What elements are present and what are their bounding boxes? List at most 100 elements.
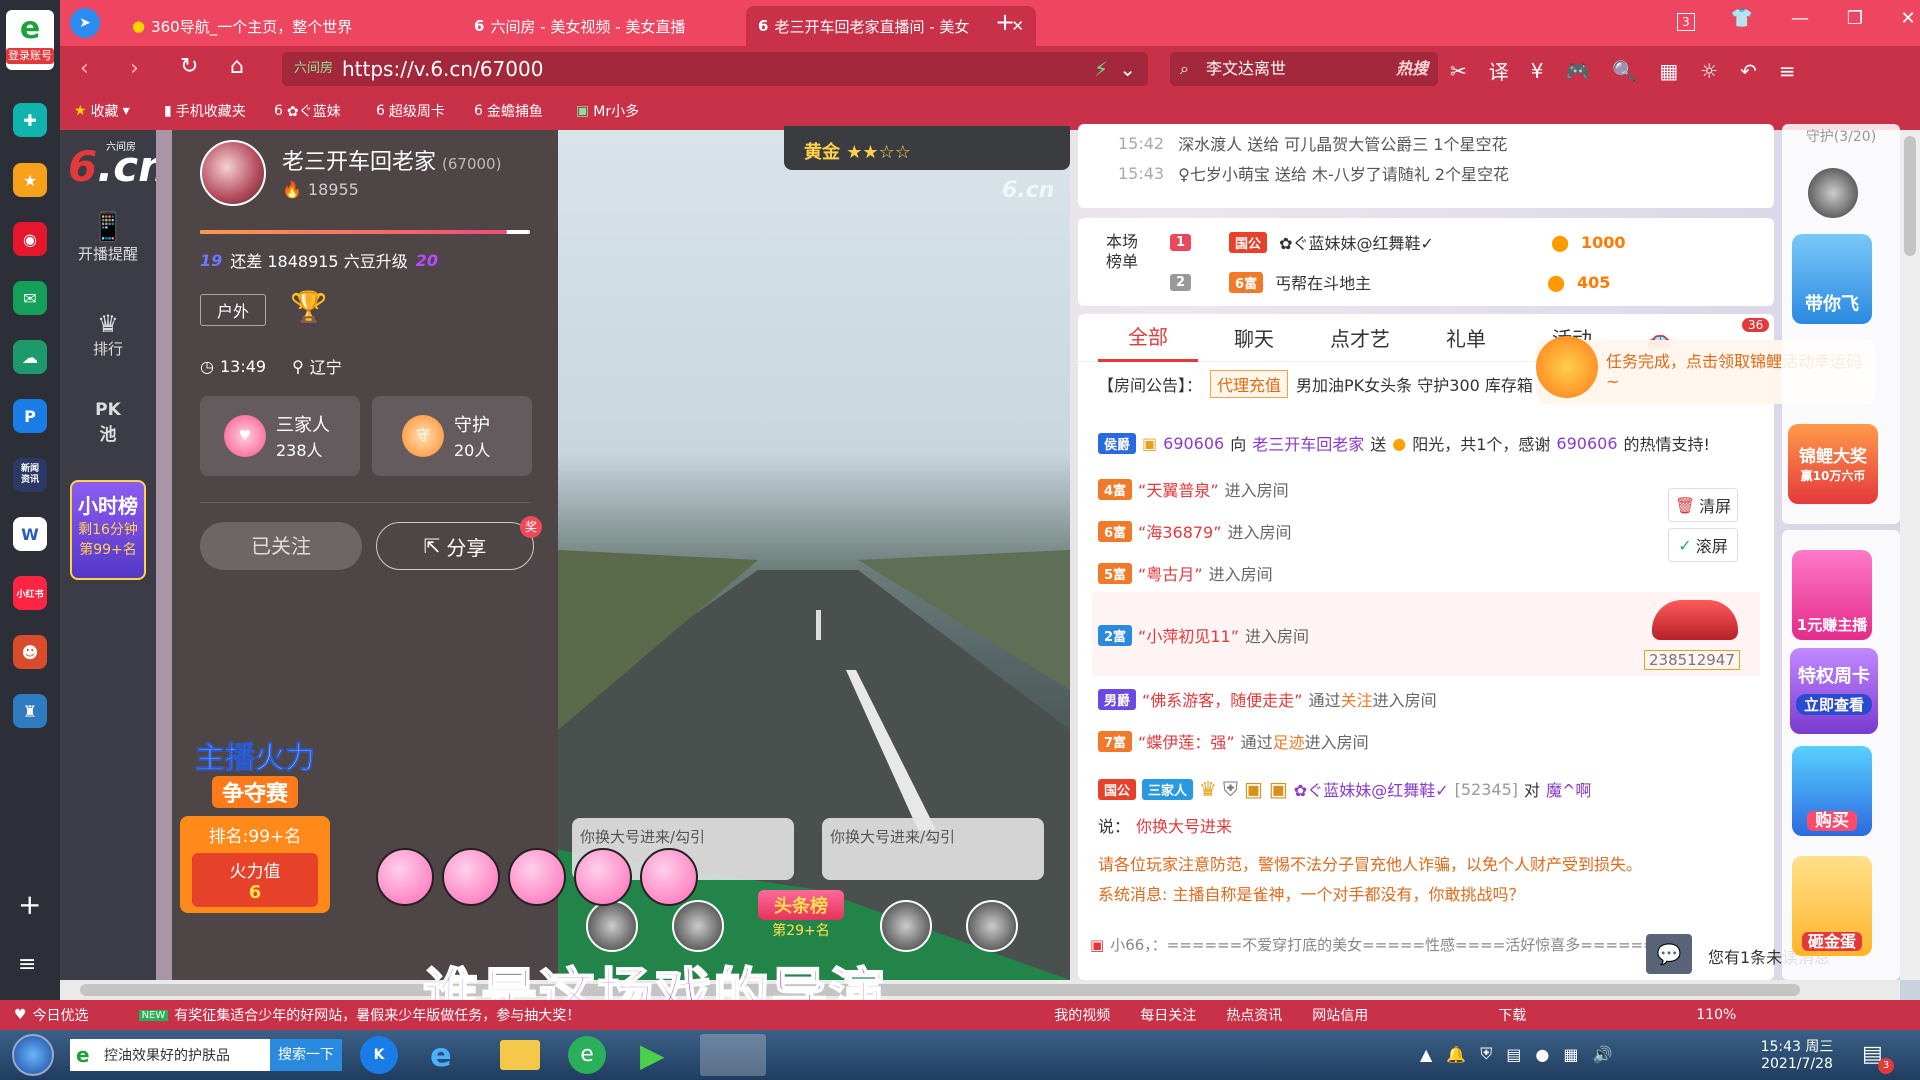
share-button[interactable]: ⇱ 分享 <box>376 522 534 570</box>
start-icon[interactable] <box>12 1034 54 1076</box>
maximize-icon[interactable]: ❐ <box>1840 8 1870 29</box>
guard-avatar[interactable] <box>1808 168 1858 218</box>
scroll-thumb[interactable] <box>1904 136 1916 256</box>
tab-chat[interactable]: 聊天 <box>1204 323 1304 352</box>
viewer-avatar[interactable] <box>672 900 724 952</box>
rank-row[interactable]: 1 国公 ✿ぐ蓝妹妹@红舞鞋✓ ⬤ 1000 <box>1170 230 1626 254</box>
p-app-icon[interactable]: P <box>13 399 47 433</box>
mail-icon[interactable]: ✉ <box>13 281 47 315</box>
scroll-thumb[interactable] <box>80 984 1800 996</box>
horizontal-scrollbar[interactable] <box>60 980 1900 1000</box>
home-icon[interactable]: ⌂ <box>230 54 244 79</box>
brightness-icon[interactable]: ☼ <box>1700 59 1718 83</box>
tab-gift-list[interactable]: 礼单 <box>1416 323 1516 352</box>
fav-collect[interactable]: ★ 收藏 ▾ <box>74 100 130 122</box>
fav-lanmei[interactable]: 6 ✿ぐ蓝妹 <box>274 100 341 122</box>
gift-ball[interactable] <box>442 848 500 906</box>
clear-button[interactable]: 🗑 清屏 <box>1668 488 1738 522</box>
nav-live-remind[interactable]: 📱 开播提醒 <box>60 210 156 264</box>
nav-rank[interactable]: ♛ 排行 <box>60 310 156 359</box>
new-tab-icon[interactable]: + <box>990 8 1020 36</box>
forward-icon[interactable]: › <box>130 56 139 81</box>
active-app[interactable] <box>700 1034 766 1076</box>
close-window-icon[interactable]: ✕ <box>1893 8 1920 29</box>
rank-row[interactable]: 2 6富 丐帮在斗地主 ⬤ 405 <box>1170 270 1610 294</box>
status-download[interactable]: 下载 <box>1498 1005 1526 1025</box>
vertical-scrollbar[interactable] <box>1900 130 1920 980</box>
promo-koi[interactable]: 锦鲤大奖 赢10万六币 <box>1788 424 1878 504</box>
shirt-icon[interactable]: 👕 <box>1727 8 1757 29</box>
game2-icon[interactable]: ♜ <box>13 694 47 728</box>
back-icon[interactable]: ‹ <box>80 56 89 81</box>
volume-icon[interactable]: 🔊 <box>1592 1045 1612 1064</box>
360-browser-icon[interactable]: e <box>568 1036 606 1074</box>
ie-icon[interactable]: e <box>430 1036 452 1074</box>
taskbar-search[interactable]: e 控油效果好的护肤品 <box>70 1039 270 1071</box>
tab-360[interactable]: ● 360导航_一个主页，整个世界 <box>120 6 460 46</box>
app-icon[interactable]: ● <box>1535 1045 1549 1064</box>
promo-buy[interactable]: 购买 <box>1792 746 1872 836</box>
grid-icon[interactable]: ▦ <box>1659 59 1678 83</box>
announcement-tag[interactable]: 代理充值 <box>1210 370 1289 398</box>
gift-ball[interactable] <box>376 848 434 906</box>
tab-all[interactable]: 全部 <box>1098 314 1198 362</box>
scroll-button[interactable]: ✓ 滚屏 <box>1668 528 1738 562</box>
weibo-icon[interactable]: ◉ <box>13 222 47 256</box>
viewer-avatar[interactable] <box>586 900 638 952</box>
minimize-icon[interactable]: — <box>1785 8 1815 29</box>
tab-6cn[interactable]: 6 六间房 - 美女视频 - 美女直播 <box>462 6 742 46</box>
chat-target[interactable]: 老三开车回老家 <box>1252 431 1364 455</box>
promo-egg[interactable]: 砸金蛋 <box>1792 856 1872 956</box>
cloud-icon[interactable]: ☁ <box>13 340 47 374</box>
chat-user[interactable]: ✿ぐ蓝妹妹@红舞鞋✓ <box>1294 777 1449 801</box>
viewer-avatar[interactable] <box>966 900 1018 952</box>
promo-earn[interactable]: 1元赚主播 <box>1792 550 1872 640</box>
folder-icon[interactable] <box>500 1040 540 1070</box>
today-pick[interactable]: 今日优选 <box>33 1005 89 1025</box>
clock[interactable]: 15:43 周三 2021/7/28 <box>1752 1036 1842 1072</box>
hour-rank-widget[interactable]: 小时榜 剩16分钟 第99+名 <box>70 480 146 580</box>
chat-bubble-icon[interactable]: 💬 <box>1646 934 1692 974</box>
fire-contest-widget[interactable]: 主播火力 争夺赛 排名:99+名 火力值 6 <box>180 741 330 942</box>
gamepad-icon[interactable]: 🎮 <box>1566 59 1591 83</box>
doc-icon[interactable]: ▤ <box>1506 1045 1521 1064</box>
status-news[interactable]: 有奖征集适合少年的好网站，暑假来少年版做任务，参与抽大奖！ <box>174 1005 654 1025</box>
zoom-level[interactable]: 110% <box>1696 1007 1736 1023</box>
chat-user[interactable]: “小萍初见11” <box>1138 623 1239 647</box>
chat-user[interactable]: 690606 <box>1163 434 1224 453</box>
chat-target[interactable]: 魔^啊 <box>1546 777 1591 801</box>
browser-logo-icon[interactable]: e 登录账号 <box>6 10 54 70</box>
viewer-avatar[interactable] <box>880 900 932 952</box>
magnifier-icon[interactable]: 🔍 <box>1612 59 1637 83</box>
gift-ball[interactable] <box>574 848 632 906</box>
fav-mrxiaoduo[interactable]: ▣ Mr小多 <box>576 100 639 122</box>
menu-icon[interactable]: ≡ <box>1779 59 1796 83</box>
coin-icon[interactable]: ¥ <box>1531 59 1544 83</box>
fav-weekcard[interactable]: 6 超级周卡 <box>376 100 445 122</box>
promo-weekcard-btn[interactable]: 立即查看 <box>1795 694 1872 715</box>
menu-icon[interactable]: ≡ <box>18 952 36 977</box>
family-button[interactable]: ♥ 三家人 238人 <box>200 396 360 476</box>
search-box[interactable]: ⌕ 李文达离世 热搜 <box>1170 52 1438 86</box>
plus-app-icon[interactable]: ✚ <box>13 103 47 137</box>
news-icon[interactable]: 新闻 资讯 <box>13 458 47 492</box>
status-daily[interactable]: 每日关注 <box>1140 1005 1196 1025</box>
status-credit[interactable]: 网站信用 <box>1312 1005 1368 1025</box>
chat-user[interactable]: “天翼普泉” <box>1138 477 1219 501</box>
dropdown-icon[interactable]: ⌄ <box>1119 52 1136 86</box>
site-logo[interactable]: 六间房 6.cn <box>68 138 168 192</box>
bell-icon[interactable]: 🔔 <box>1446 1045 1466 1064</box>
tray-up-icon[interactable]: ▲ <box>1420 1045 1432 1064</box>
login-label[interactable]: 登录账号 <box>6 48 54 64</box>
network-icon[interactable]: ▦ <box>1563 1045 1578 1064</box>
scissors-icon[interactable]: ✂ <box>1450 59 1467 83</box>
translate-icon[interactable]: 译 <box>1489 56 1509 85</box>
gift-ball[interactable] <box>508 848 566 906</box>
word-icon[interactable]: W <box>13 517 47 551</box>
nav-pk[interactable]: PK 池 <box>60 400 156 445</box>
star-app-icon[interactable]: ★ <box>13 163 47 197</box>
xiaohongshu-icon[interactable]: 小红书 <box>13 576 47 610</box>
k-app-icon[interactable]: K <box>360 1036 398 1074</box>
tab-count[interactable]: 3 <box>1677 13 1695 31</box>
tab-talent[interactable]: 点才艺 <box>1310 323 1410 352</box>
